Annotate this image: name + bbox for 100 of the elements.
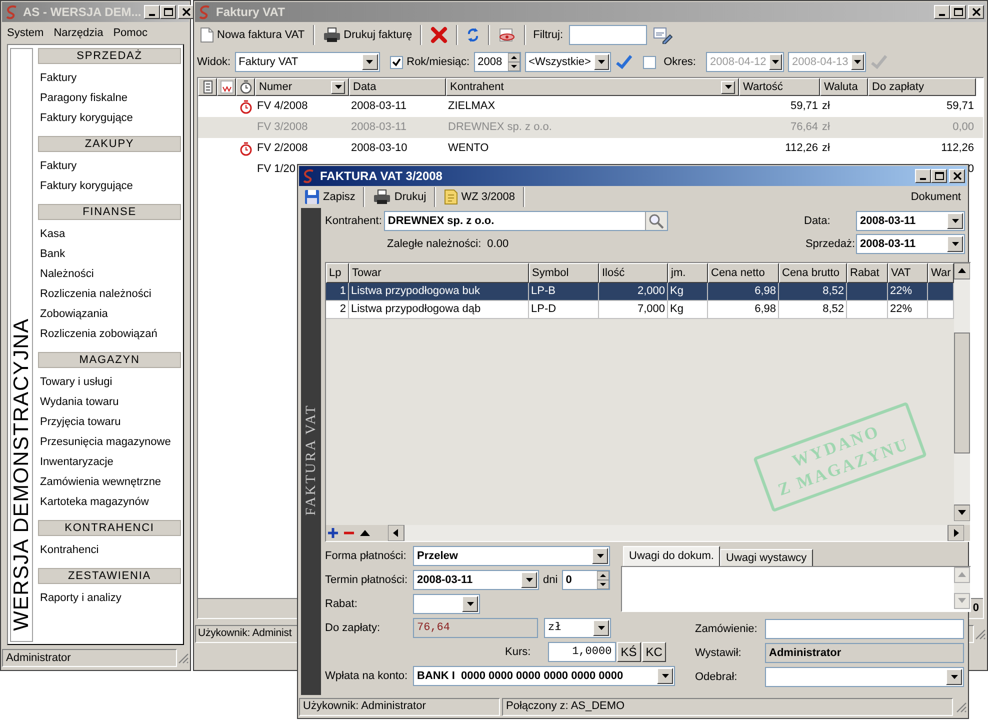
- edit-icon[interactable]: [653, 26, 674, 44]
- checkbox[interactable]: [390, 56, 403, 68]
- dropdown-button[interactable]: [947, 236, 963, 252]
- nav-item[interactable]: Zobowiązania: [38, 304, 181, 324]
- checkmark-icon[interactable]: [870, 54, 888, 70]
- spin-arrows-icon[interactable]: [508, 53, 520, 71]
- table-row[interactable]: 2 Listwa przypodłogowa dąb LP-D 7,000 Kg 6,98 8,52 22%: [326, 301, 954, 319]
- rate-button[interactable]: KC: [642, 642, 666, 662]
- dropdown-field[interactable]: 2008-03-11: [413, 570, 539, 590]
- dropdown-field[interactable]: BANK I 0000 0000 0000 0000 0000 0000: [413, 666, 675, 686]
- column-header[interactable]: [236, 78, 255, 96]
- column-header[interactable]: Cena brutto: [779, 263, 847, 283]
- dropdown-field[interactable]: Przelew: [413, 546, 610, 566]
- menu-item[interactable]: Narzędzia: [54, 24, 104, 42]
- menu-item[interactable]: Pomoc: [113, 24, 148, 42]
- toolbar-button[interactable]: Drukuj: [370, 187, 430, 207]
- dropdown-field[interactable]: [413, 594, 480, 614]
- maximize-button[interactable]: [950, 5, 966, 19]
- days-spinner[interactable]: 0: [562, 570, 610, 590]
- vertical-scrollbar[interactable]: [954, 263, 970, 521]
- tab[interactable]: Uwagi wystawcy: [720, 549, 813, 566]
- dropdown-button[interactable]: [521, 572, 537, 588]
- close-button[interactable]: [968, 5, 984, 19]
- dropdown-field[interactable]: zł: [544, 618, 611, 638]
- dropdown-button[interactable]: [851, 54, 864, 70]
- toolbar-button[interactable]: Nowa faktura VAT: [197, 24, 308, 46]
- column-header[interactable]: Kontrahent: [446, 78, 739, 96]
- notes-field[interactable]: [621, 566, 971, 612]
- maximize-button[interactable]: [931, 169, 947, 183]
- dropdown-button[interactable]: [657, 668, 673, 684]
- column-header[interactable]: Numer: [255, 78, 349, 96]
- close-button[interactable]: [949, 169, 965, 183]
- dropdown-button[interactable]: [362, 54, 378, 70]
- filter-field[interactable]: [569, 25, 648, 45]
- tab[interactable]: Uwagi do dokum.: [623, 546, 720, 566]
- dropdown-button[interactable]: [769, 54, 782, 70]
- dropdown-button[interactable]: [331, 80, 345, 94]
- dropdown-button[interactable]: [593, 620, 609, 636]
- nav-item[interactable]: Rozliczenia należności: [38, 284, 181, 304]
- nav-item[interactable]: Należności: [38, 264, 181, 284]
- toolbar-button[interactable]: Zapisz: [301, 187, 358, 207]
- column-header[interactable]: Waluta: [820, 78, 868, 96]
- column-header[interactable]: Wartość: [739, 78, 820, 96]
- nav-item[interactable]: Kontrahenci: [38, 540, 181, 560]
- dropdown-field[interactable]: Faktury VAT: [234, 52, 380, 72]
- menu-item[interactable]: Dokument: [910, 188, 961, 206]
- minimize-button[interactable]: [934, 5, 950, 19]
- column-header[interactable]: Ilość: [599, 263, 668, 283]
- column-header[interactable]: Towar: [349, 263, 529, 283]
- close-button[interactable]: [178, 5, 194, 19]
- toolbar-button[interactable]: WZ 3/2008: [441, 187, 518, 207]
- input-field[interactable]: [765, 619, 964, 639]
- nav-item[interactable]: Paragony fiskalne: [38, 88, 181, 108]
- add-row-icon[interactable]: [326, 526, 340, 540]
- nav-item[interactable]: Towary i usługi: [38, 372, 181, 392]
- column-header[interactable]: jm.: [668, 263, 708, 283]
- resize-grip-icon[interactable]: [177, 652, 189, 664]
- nav-item[interactable]: Przyjęcia towaru: [38, 412, 181, 432]
- dropdown-field[interactable]: 2008-03-11: [856, 211, 965, 231]
- column-header[interactable]: Data: [349, 78, 446, 96]
- resize-grip-icon[interactable]: [955, 700, 967, 712]
- minimize-button[interactable]: [144, 5, 160, 19]
- input-field[interactable]: 1,0000: [548, 642, 616, 662]
- menu-item[interactable]: System: [7, 24, 44, 42]
- dropdown-button[interactable]: [721, 80, 735, 94]
- checkbox[interactable]: [642, 56, 656, 68]
- dropdown-button[interactable]: [947, 213, 963, 229]
- table-row[interactable]: 1 Listwa przypodłogowa buk LP-B 2,000 Kg 6,98 8,52 22%: [326, 283, 954, 301]
- column-header[interactable]: Rabat: [847, 263, 888, 283]
- dropdown-button[interactable]: [592, 548, 608, 564]
- horizontal-scrollbar[interactable]: [388, 525, 964, 541]
- dropdown-button[interactable]: [946, 669, 962, 685]
- checkmark-icon[interactable]: [614, 54, 633, 70]
- dropdown-button[interactable]: [462, 596, 478, 612]
- dropdown-button[interactable]: [594, 54, 609, 70]
- nav-item[interactable]: Faktury: [38, 68, 181, 88]
- dropdown-field[interactable]: 2008-03-11: [856, 234, 965, 254]
- column-header[interactable]: Do zapłaty: [868, 78, 976, 96]
- resize-grip-icon[interactable]: [974, 628, 986, 640]
- rate-button[interactable]: KŚ: [616, 642, 641, 662]
- minimize-button[interactable]: [915, 169, 931, 183]
- nav-item[interactable]: Rozliczenia zobowiązań: [38, 324, 181, 344]
- nav-item[interactable]: Kartoteka magazynów: [38, 492, 181, 512]
- toolbar-button[interactable]: Drukuj fakturę: [320, 24, 416, 46]
- column-header[interactable]: Cena netto: [708, 263, 779, 283]
- column-header[interactable]: Lp: [326, 263, 349, 283]
- spin-arrows-icon[interactable]: [596, 571, 609, 589]
- nav-item[interactable]: Raporty i analizy: [38, 588, 181, 608]
- nav-item[interactable]: Wydania towaru: [38, 392, 181, 412]
- nav-item[interactable]: Faktury korygujące: [38, 176, 181, 196]
- column-header[interactable]: Symbol: [529, 263, 599, 283]
- dropdown-field[interactable]: <Wszystkie>: [524, 52, 611, 72]
- dropdown-field[interactable]: [765, 667, 964, 687]
- nav-item[interactable]: Przesunięcia magazynowe: [38, 432, 181, 452]
- nav-item[interactable]: Zamówienia wewnętrzne: [38, 472, 181, 492]
- maximize-button[interactable]: [160, 5, 176, 19]
- contractor-field[interactable]: DREWNEX sp. z o.o.: [384, 211, 668, 231]
- column-header[interactable]: War: [928, 263, 954, 283]
- search-button[interactable]: [644, 212, 667, 230]
- column-header[interactable]: [217, 78, 236, 96]
